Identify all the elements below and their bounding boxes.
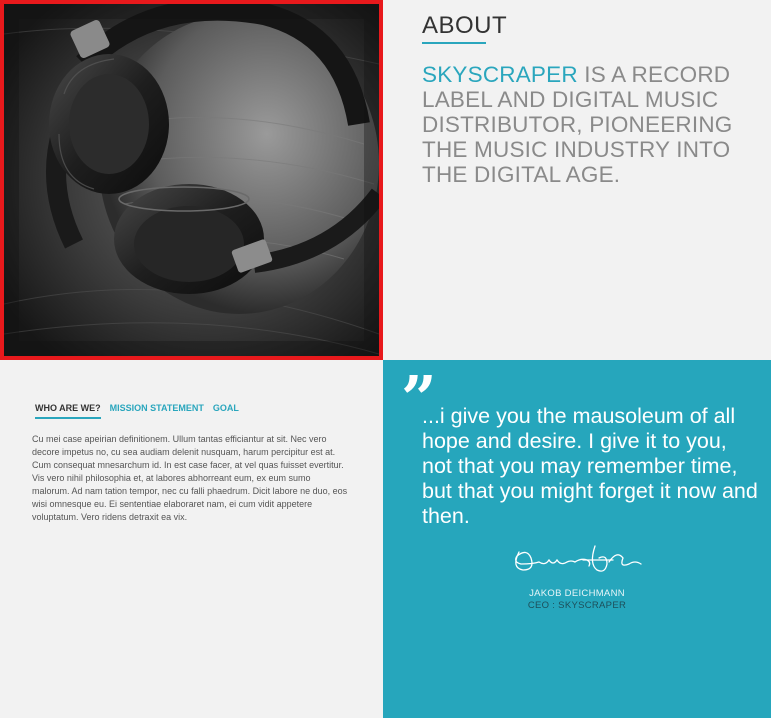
about-section: ABOUT SKYSCRAPER IS A RECORD LABEL AND D… <box>383 0 771 360</box>
tab-goal[interactable]: GOAL <box>213 403 239 419</box>
quote-author-role: CEO : SKYSCRAPER <box>527 600 627 611</box>
about-description: SKYSCRAPER IS A RECORD LABEL AND DIGITAL… <box>422 62 752 187</box>
info-body-text: Cu mei case apeirian definitionem. Ullum… <box>32 434 348 522</box>
info-tabs: WHO ARE WE? MISSION STATEMENT GOAL <box>35 403 239 419</box>
quote-text: ...i give you the mausoleum of all hope … <box>422 404 758 528</box>
headphones-image <box>4 4 379 356</box>
about-title-underline <box>422 42 486 44</box>
brand-name: SKYSCRAPER <box>422 62 578 87</box>
quote-section: ” ...i give you the mausoleum of all hop… <box>383 360 771 718</box>
quote-author: JAKOB DEICHMANN <box>529 588 625 599</box>
tab-mission-statement[interactable]: MISSION STATEMENT <box>110 403 204 419</box>
tab-who-are-we[interactable]: WHO ARE WE? <box>35 403 101 419</box>
about-title: ABOUT <box>422 12 508 39</box>
headphones-photo <box>0 0 383 360</box>
info-section: WHO ARE WE? MISSION STATEMENT GOAL Cu me… <box>0 360 383 718</box>
signature-image <box>515 545 642 572</box>
